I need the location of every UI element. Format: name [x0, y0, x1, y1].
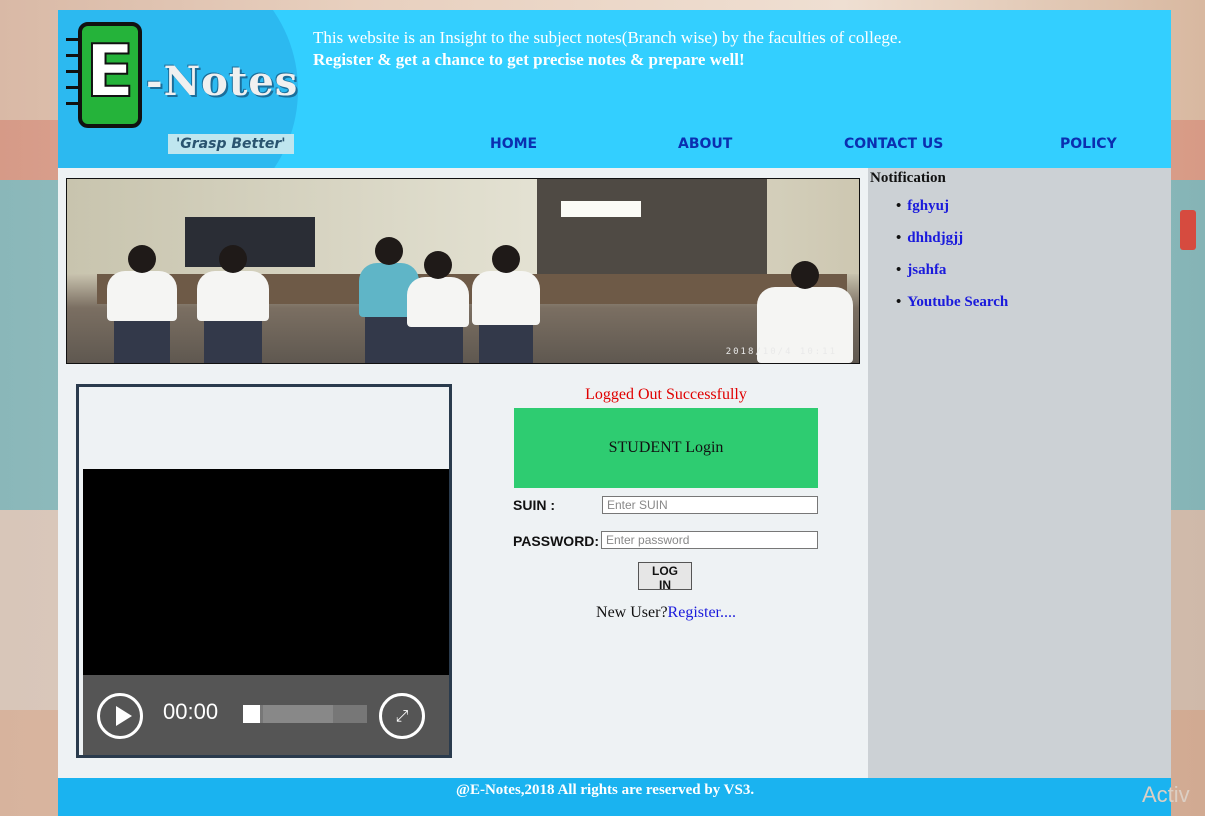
background-red-mark [1180, 210, 1196, 250]
fullscreen-icon[interactable]: ⤢ [379, 693, 425, 739]
register-link[interactable]: Register.... [668, 604, 736, 621]
register-prompt: New User?Register.... [514, 604, 818, 622]
photo-board [185, 217, 315, 267]
notification-link[interactable]: dhhdjgjj [907, 230, 963, 246]
suin-label: SUIN : [513, 497, 555, 513]
notification-item: fghyuj [896, 198, 1008, 215]
notification-link[interactable]: jsahfa [907, 262, 946, 278]
video-screen[interactable] [83, 469, 449, 675]
footer-copyright: @E-Notes,2018 All rights are reserved by… [456, 782, 755, 798]
photo-timestamp: 2018/10/4 10:11 [725, 347, 837, 357]
site-footer: @E-Notes,2018 All rights are reserved by… [58, 778, 1171, 816]
photo-student [107, 245, 177, 363]
logo-text: -Notes [146, 58, 299, 105]
new-user-text: New User? [596, 604, 668, 621]
activate-watermark: Activ [1142, 782, 1190, 807]
login-title: STUDENT Login [514, 408, 818, 488]
photo-student [197, 245, 269, 363]
notification-item: jsahfa [896, 262, 1008, 279]
notification-item: dhhdjgjj [896, 230, 1008, 247]
video-time: 00:00 [163, 699, 219, 724]
notification-link[interactable]: fghyuj [907, 198, 949, 214]
nav-policy[interactable]: POLICY [1060, 136, 1117, 152]
password-input[interactable] [601, 531, 818, 549]
page-frame: E -Notes 'Grasp Better' This website is … [58, 10, 1171, 816]
nav-contact-us[interactable]: CONTACT US [844, 136, 943, 152]
video-controls: 00:00 ⤢ [83, 675, 449, 755]
photo-light [561, 201, 641, 217]
notification-panel: Notification fghyuj dhhdjgjj jsahfa Yout… [868, 168, 1171, 778]
video-progress-fill [243, 705, 261, 723]
video-buffer [263, 705, 333, 723]
header-intro: This website is an Insight to the subjec… [313, 28, 902, 47]
logout-status: Logged Out Successfully [585, 386, 747, 403]
password-label: PASSWORD: [513, 533, 600, 549]
notification-title: Notification [870, 170, 946, 186]
site-header: E -Notes 'Grasp Better' This website is … [58, 10, 1171, 168]
main-content: 2018/10/4 10:11 00:00 ⤢ Logged Out Succe… [58, 168, 868, 778]
nav-home[interactable]: HOME [490, 136, 537, 152]
notification-link[interactable]: Youtube Search [907, 294, 1008, 310]
play-icon[interactable] [97, 693, 143, 739]
photo-student [407, 251, 469, 363]
video-progress-bar[interactable] [243, 705, 367, 723]
header-subintro: Register & get a chance to get precise n… [313, 50, 745, 69]
banner-photo: 2018/10/4 10:11 [66, 178, 860, 364]
login-button[interactable]: LOG IN [638, 562, 692, 592]
notification-item: Youtube Search [896, 294, 1008, 311]
video-player[interactable]: 00:00 ⤢ [76, 384, 452, 758]
notification-list: fghyuj dhhdjgjj jsahfa Youtube Search [896, 198, 1008, 326]
nav-about[interactable]: ABOUT [678, 136, 732, 152]
logo-letter: E [84, 28, 135, 114]
suin-input[interactable] [602, 496, 818, 514]
photo-student [472, 245, 540, 363]
main-nav: HOME ABOUT CONTACT US POLICY [58, 136, 1171, 166]
